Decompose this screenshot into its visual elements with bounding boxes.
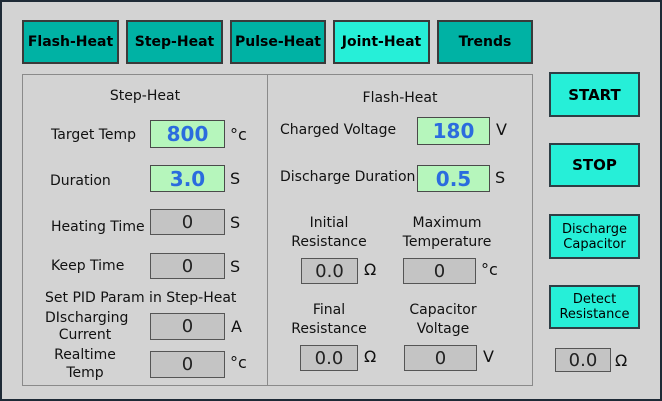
discharging-current-label-line1: DIscharging <box>45 310 129 326</box>
duration-label: Duration <box>50 173 111 189</box>
discharge-capacitor-label-line1: Discharge <box>561 221 628 237</box>
heating-time-label: Heating Time <box>51 219 145 235</box>
start-button[interactable]: START <box>549 72 640 117</box>
discharge-capacitor-button[interactable]: Discharge Capacitor <box>549 214 640 259</box>
final-resistance-label-line2: Resistance <box>291 321 367 337</box>
target-temp-input[interactable]: 800 <box>150 120 225 148</box>
maximum-temperature-display: 0 <box>403 258 476 284</box>
detect-resistance-label-line2: Resistance <box>559 307 630 322</box>
pid-heading: Set PID Param in Step-Heat <box>45 290 237 306</box>
discharging-current-unit: A <box>231 317 242 336</box>
initial-resistance-label-line2: Resistance <box>291 234 367 250</box>
duration-unit: S <box>230 169 241 188</box>
discharge-duration-input[interactable]: 0.5 <box>417 165 490 192</box>
tab-flash-heat[interactable]: Flash-Heat <box>22 20 119 64</box>
main-window: Flash-Heat Step-Heat Pulse-Heat Joint-He… <box>0 0 662 401</box>
discharge-duration-unit: S <box>495 168 506 187</box>
maximum-temperature-unit: °c <box>481 260 498 279</box>
keep-time-label: Keep Time <box>51 258 125 274</box>
resistance-display: 0.0 <box>555 348 611 372</box>
discharging-current-display: 0 <box>150 313 225 340</box>
maximum-temperature-label-line2: Temperature <box>402 234 492 250</box>
discharge-capacitor-label-line2: Capacitor <box>563 236 626 252</box>
keep-time-unit: S <box>230 257 241 276</box>
flash-heat-title: Flash-Heat <box>362 90 438 106</box>
heating-time-unit: S <box>230 213 241 232</box>
realtime-temp-label-line2: Temp <box>66 365 104 381</box>
target-temp-label: Target Temp <box>51 127 137 143</box>
duration-input[interactable]: 3.0 <box>150 165 225 192</box>
initial-resistance-unit: Ω <box>364 260 377 279</box>
capacitor-voltage-unit: V <box>483 347 494 366</box>
final-resistance-display: 0.0 <box>300 345 358 371</box>
capacitor-voltage-display: 0 <box>404 345 477 371</box>
step-heat-title: Step-Heat <box>109 88 181 104</box>
realtime-temp-unit: °c <box>230 353 247 372</box>
target-temp-unit: °c <box>230 125 247 144</box>
realtime-temp-display: 0 <box>150 351 225 378</box>
heating-time-display: 0 <box>150 209 225 235</box>
realtime-temp-label-line1: Realtime <box>54 347 116 363</box>
tab-trends[interactable]: Trends <box>437 20 533 64</box>
detect-resistance-button[interactable]: Detect Resistance <box>549 285 640 329</box>
initial-resistance-label-line1: Initial <box>309 215 349 231</box>
discharge-duration-label: Discharge Duration <box>280 169 416 185</box>
charged-voltage-input[interactable]: 180 <box>417 117 490 145</box>
resistance-unit: Ω <box>615 351 628 370</box>
stop-button[interactable]: STOP <box>549 143 640 187</box>
discharging-current-label-line2: Current <box>58 327 112 343</box>
capacitor-voltage-label-line1: Capacitor <box>409 302 477 318</box>
charged-voltage-unit: V <box>496 120 507 139</box>
tab-pulse-heat[interactable]: Pulse-Heat <box>230 20 326 64</box>
keep-time-display: 0 <box>150 253 225 279</box>
tab-joint-heat[interactable]: Joint-Heat <box>333 20 430 64</box>
charged-voltage-label: Charged Voltage <box>280 122 397 138</box>
capacitor-voltage-label-line2: Voltage <box>416 321 470 337</box>
maximum-temperature-label-line1: Maximum <box>412 215 482 231</box>
detect-resistance-label-line1: Detect <box>572 292 617 307</box>
initial-resistance-display: 0.0 <box>301 258 358 284</box>
final-resistance-unit: Ω <box>364 347 377 366</box>
final-resistance-label-line1: Final <box>312 302 346 318</box>
tab-step-heat[interactable]: Step-Heat <box>126 20 223 64</box>
